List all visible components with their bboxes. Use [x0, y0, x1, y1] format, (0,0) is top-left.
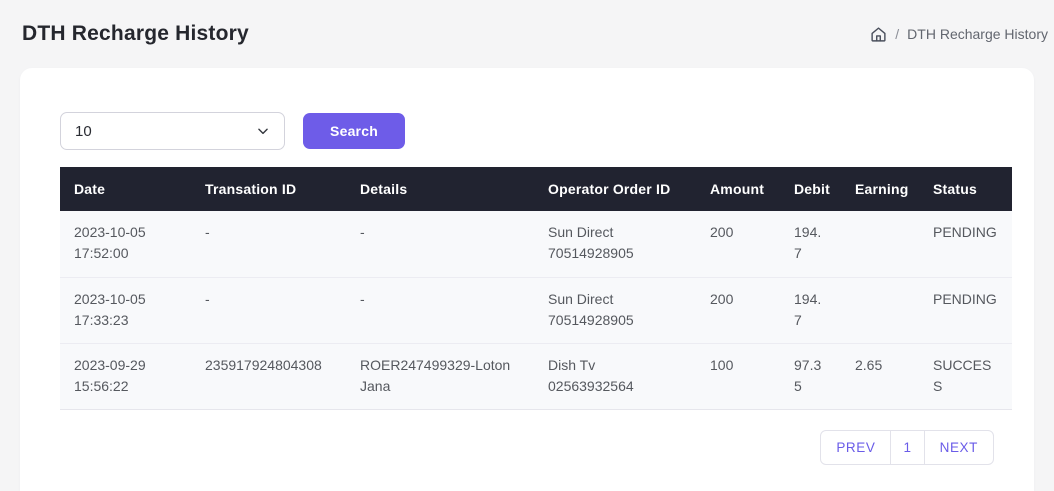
cell-debit: 97.35 — [780, 343, 841, 409]
cell-amount: 200 — [696, 211, 780, 277]
cell-operator-order-id: Sun Direct 70514928905 — [534, 277, 696, 343]
cell-date: 2023-09-29 15:56:22 — [60, 343, 191, 409]
page-size-value: 10 — [75, 123, 92, 140]
col-header-details: Details — [346, 167, 534, 211]
pagination-row: PREV 1 NEXT — [60, 430, 994, 465]
pagination-prev-button[interactable]: PREV — [821, 431, 890, 464]
table-header: Date Transation ID Details Operator Orde… — [60, 167, 1012, 211]
pagination-next-button[interactable]: NEXT — [924, 431, 993, 464]
cell-amount: 100 — [696, 343, 780, 409]
pagination-page-1-button[interactable]: 1 — [890, 431, 923, 464]
cell-earning — [841, 211, 919, 277]
home-icon — [870, 26, 887, 43]
col-header-status: Status — [919, 167, 1012, 211]
content-card: 10 Search Date Transation ID Details Ope… — [20, 68, 1034, 491]
col-header-operator-order-id: Operator Order ID — [534, 167, 696, 211]
col-header-debit: Debit — [780, 167, 841, 211]
col-header-date: Date — [60, 167, 191, 211]
breadcrumb-current: DTH Recharge History — [907, 26, 1048, 42]
cell-status: PENDING — [919, 211, 1012, 277]
cell-transaction-id: - — [191, 277, 346, 343]
col-header-amount: Amount — [696, 167, 780, 211]
recharge-history-table: Date Transation ID Details Operator Orde… — [60, 167, 1012, 410]
cell-earning: 2.65 — [841, 343, 919, 409]
cell-status: SUCCESS — [919, 343, 1012, 409]
cell-operator-order-id: Dish Tv 02563932564 — [534, 343, 696, 409]
cell-details: - — [346, 211, 534, 277]
cell-date: 2023-10-05 17:33:23 — [60, 277, 191, 343]
topbar: DTH Recharge History / DTH Recharge Hist… — [0, 0, 1054, 68]
page-title: DTH Recharge History — [22, 22, 249, 46]
col-header-transaction-id: Transation ID — [191, 167, 346, 211]
controls-row: 10 Search — [60, 112, 994, 150]
table-row: 2023-10-05 17:52:00 - - Sun Direct 70514… — [60, 211, 1012, 277]
cell-transaction-id: - — [191, 211, 346, 277]
breadcrumb-home-link[interactable] — [870, 26, 887, 43]
cell-operator-order-id: Sun Direct 70514928905 — [534, 211, 696, 277]
breadcrumb-separator: / — [895, 26, 899, 42]
chevron-down-icon — [256, 124, 270, 138]
cell-status: PENDING — [919, 277, 1012, 343]
breadcrumb: / DTH Recharge History — [870, 26, 1050, 43]
table-row: 2023-09-29 15:56:22 235917924804308 ROER… — [60, 343, 1012, 409]
search-button[interactable]: Search — [303, 113, 405, 149]
cell-details: - — [346, 277, 534, 343]
cell-debit: 194.7 — [780, 277, 841, 343]
cell-transaction-id: 235917924804308 — [191, 343, 346, 409]
pagination: PREV 1 NEXT — [820, 430, 994, 465]
cell-debit: 194.7 — [780, 211, 841, 277]
cell-date: 2023-10-05 17:52:00 — [60, 211, 191, 277]
cell-details: ROER247499329-Loton Jana — [346, 343, 534, 409]
page-size-select[interactable]: 10 — [60, 112, 285, 150]
cell-amount: 200 — [696, 277, 780, 343]
cell-earning — [841, 277, 919, 343]
col-header-earning: Earning — [841, 167, 919, 211]
table-row: 2023-10-05 17:33:23 - - Sun Direct 70514… — [60, 277, 1012, 343]
